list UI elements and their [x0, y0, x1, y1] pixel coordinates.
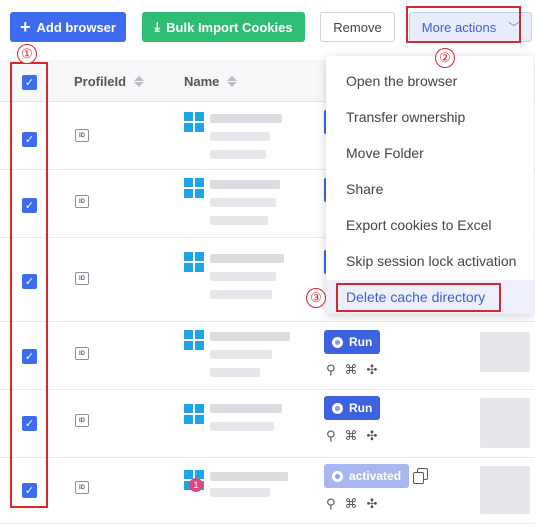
- blurred-name: [210, 150, 266, 159]
- activated-button[interactable]: activated: [324, 464, 410, 488]
- annotation-box-delete-cache: [336, 283, 501, 312]
- rocket-icon[interactable]: ⚲: [326, 428, 336, 444]
- sort-icon[interactable]: [134, 76, 145, 87]
- activated-label: activated: [349, 469, 402, 483]
- run-button[interactable]: Run: [324, 396, 381, 420]
- blurred-name: [210, 404, 282, 413]
- menu-item-move-folder[interactable]: Move Folder: [326, 136, 534, 170]
- table-row[interactable]: ✓ ID Run ⚲ ⌘ ✣: [0, 322, 535, 390]
- annotation-marker-3: ③: [306, 288, 326, 308]
- annotation-marker-1: ①: [17, 44, 37, 64]
- blurred-name: [210, 272, 276, 281]
- remove-button[interactable]: Remove: [320, 12, 395, 42]
- windows-icon: [184, 178, 204, 198]
- menu-item-share[interactable]: Share: [326, 172, 534, 206]
- windows-icon: [184, 252, 204, 272]
- add-browser-label: Add browser: [36, 19, 116, 35]
- run-label: Run: [349, 335, 373, 349]
- blurred-name: [210, 180, 280, 189]
- blurred-name: [210, 488, 270, 497]
- table-row[interactable]: ✓ ID 1 activated ⚲ ⌘ ✣: [0, 458, 535, 524]
- name-header-label: Name: [184, 74, 220, 89]
- blurred-cell: [480, 466, 530, 514]
- run-button[interactable]: Run: [324, 330, 381, 354]
- fingerprint-icon[interactable]: ⌘: [345, 496, 358, 512]
- id-icon[interactable]: ID: [75, 347, 89, 360]
- profile-actions: ⚲ ⌘ ✣: [326, 428, 377, 444]
- blurred-name: [210, 332, 290, 341]
- bulk-import-label: Bulk Import Cookies: [166, 19, 293, 35]
- bulk-import-cookies-button[interactable]: ⤓ Bulk Import Cookies: [142, 12, 305, 42]
- profile-id-header-label: ProfileId: [74, 74, 127, 89]
- blurred-name: [210, 254, 284, 263]
- add-browser-button[interactable]: + Add browser: [10, 12, 126, 42]
- run-label: Run: [349, 401, 373, 415]
- fingerprint-icon[interactable]: ⌘: [345, 428, 358, 444]
- puzzle-icon[interactable]: ✣: [367, 428, 378, 444]
- menu-item-export-cookies[interactable]: Export cookies to Excel: [326, 208, 534, 242]
- blurred-name: [210, 472, 288, 481]
- blurred-cell: [480, 398, 530, 448]
- profile-actions: ⚲ ⌘ ✣: [326, 362, 377, 378]
- blurred-name: [210, 290, 272, 299]
- chrome-icon: [332, 470, 343, 482]
- windows-icon: [184, 330, 204, 350]
- annotation-marker-2: ②: [435, 48, 455, 68]
- id-icon[interactable]: ID: [75, 481, 89, 494]
- menu-item-transfer-ownership[interactable]: Transfer ownership: [326, 100, 534, 134]
- menu-item-open-browser[interactable]: Open the browser: [326, 64, 534, 98]
- copy-icon[interactable]: [413, 468, 429, 484]
- blurred-name: [210, 422, 274, 431]
- id-icon[interactable]: ID: [75, 195, 89, 208]
- profile-actions: ⚲ ⌘ ✣: [326, 496, 377, 512]
- plus-icon: +: [20, 17, 31, 37]
- puzzle-icon[interactable]: ✣: [367, 496, 378, 512]
- windows-icon: [184, 404, 204, 424]
- chrome-icon: [332, 402, 343, 414]
- fingerprint-icon[interactable]: ⌘: [345, 362, 358, 378]
- annotation-box-checkboxes: [10, 62, 48, 508]
- menu-item-skip-session-lock[interactable]: Skip session lock activation: [326, 244, 534, 278]
- annotation-box-more-actions: [406, 6, 521, 43]
- rocket-icon[interactable]: ⚲: [326, 496, 336, 512]
- rocket-icon[interactable]: ⚲: [326, 362, 336, 378]
- column-header-profile-id[interactable]: ProfileId: [74, 74, 145, 89]
- notification-badge: 1: [189, 478, 203, 492]
- blurred-name: [210, 216, 268, 225]
- blurred-name: [210, 198, 276, 207]
- download-icon: ⤓: [154, 19, 161, 34]
- chrome-icon: [332, 336, 343, 348]
- id-icon[interactable]: ID: [75, 129, 89, 142]
- more-actions-menu: Open the browser Transfer ownership Move…: [326, 56, 534, 314]
- id-icon[interactable]: ID: [75, 414, 89, 427]
- remove-label: Remove: [333, 19, 382, 35]
- table-row[interactable]: ✓ ID Run ⚲ ⌘ ✣: [0, 390, 535, 458]
- blurred-cell: [480, 332, 530, 372]
- blurred-name: [210, 132, 270, 141]
- blurred-name: [210, 368, 260, 377]
- sort-icon[interactable]: [227, 76, 238, 87]
- windows-icon: [184, 112, 204, 132]
- id-icon[interactable]: ID: [75, 272, 89, 285]
- blurred-name: [210, 114, 282, 123]
- blurred-name: [210, 350, 272, 359]
- column-header-name[interactable]: Name: [184, 74, 238, 89]
- puzzle-icon[interactable]: ✣: [367, 362, 378, 378]
